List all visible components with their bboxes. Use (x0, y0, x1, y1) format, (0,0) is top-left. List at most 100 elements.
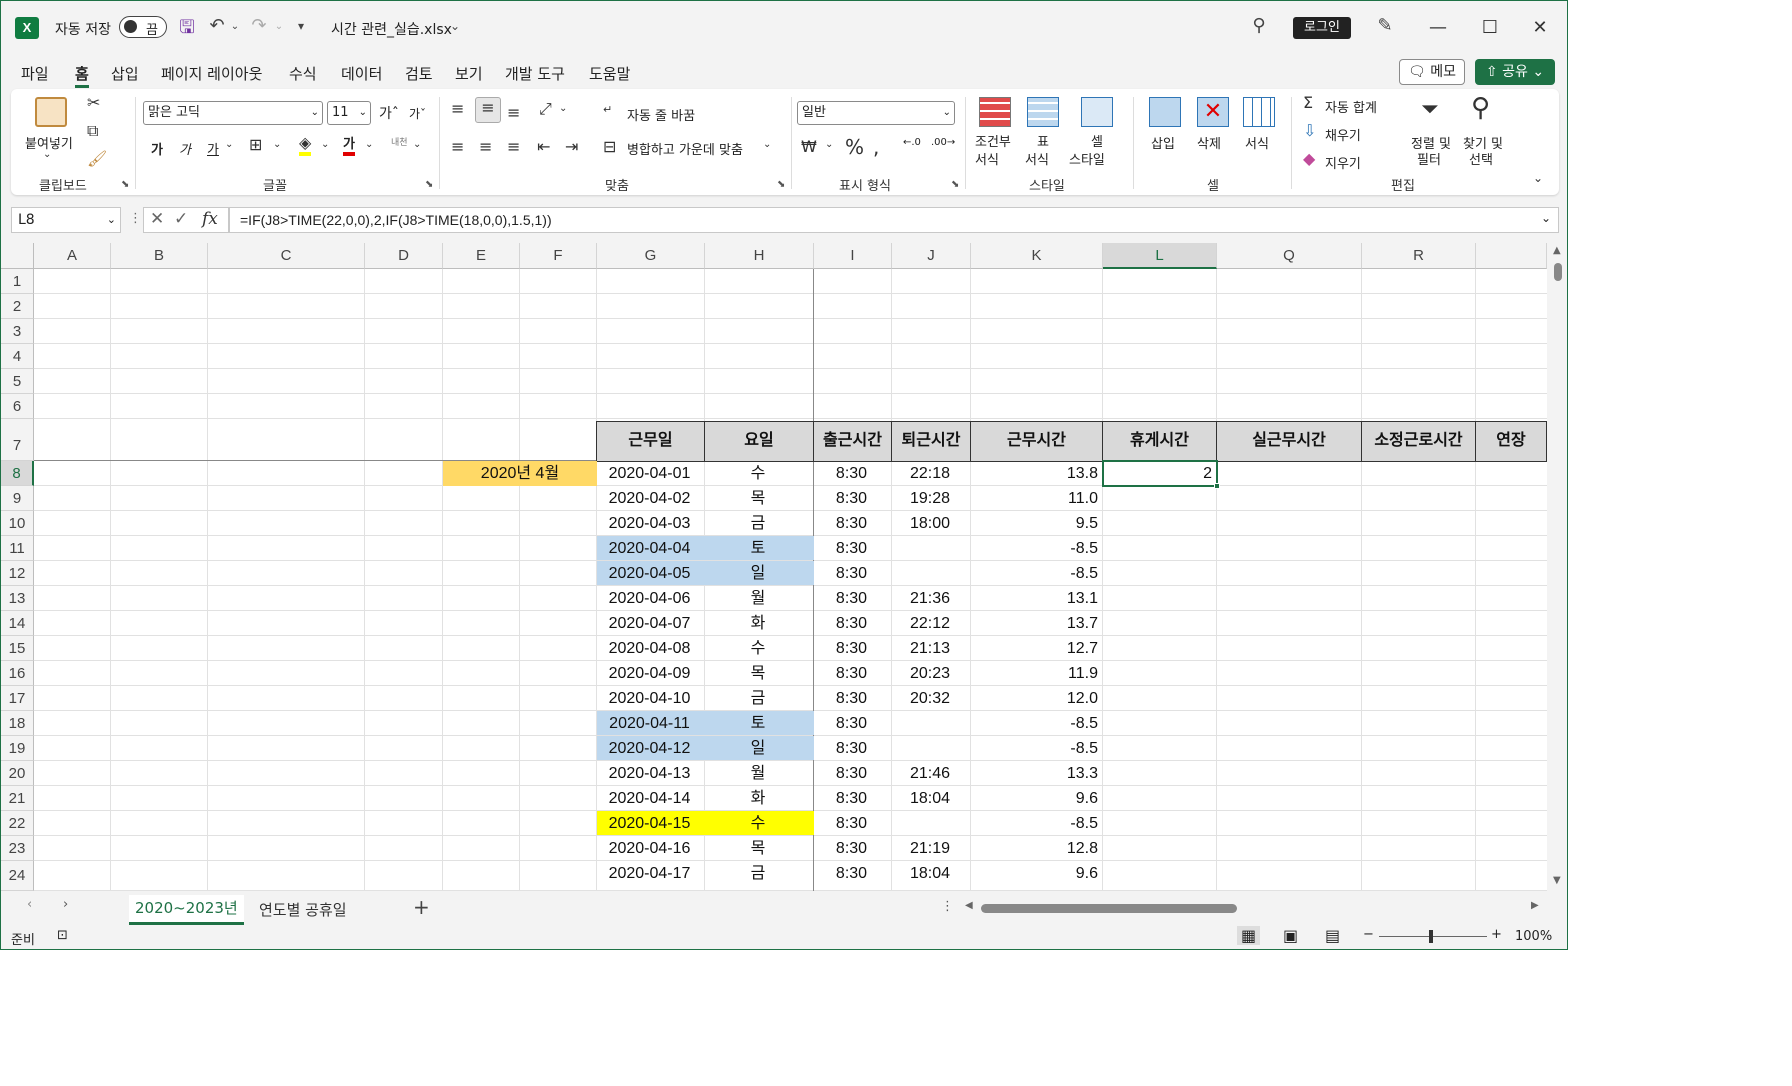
clock-out-cell[interactable] (892, 736, 968, 760)
clock-out-cell[interactable]: 22:12 (892, 611, 968, 635)
weekday-cell[interactable]: 토 (705, 536, 811, 560)
row-header[interactable]: 18 (1, 711, 34, 736)
name-box[interactable]: L8 ⌄ (11, 207, 121, 233)
table-header-cell[interactable]: 요일 (704, 421, 814, 462)
copy-icon[interactable]: ⧉ (87, 121, 98, 141)
font-launcher-icon[interactable]: ⬊ (425, 179, 433, 190)
weekday-cell[interactable]: 월 (705, 586, 811, 610)
worksheet-grid[interactable]: A B C D E F G H I J K L Q R 1 2 3 4 5 6 7 8 9 10 11 12 13 14 15 16 17 1… (1, 243, 1547, 891)
row-header[interactable]: 17 (1, 686, 34, 711)
break-time-cell[interactable] (1103, 736, 1214, 760)
select-all-corner[interactable] (1, 243, 34, 269)
column-header[interactable]: F (520, 243, 597, 269)
clock-in-cell[interactable]: 8:30 (814, 786, 889, 810)
column-header[interactable] (1476, 243, 1547, 269)
conditional-label-1[interactable]: 조건부 (975, 131, 1011, 150)
row-header[interactable]: 15 (1, 636, 34, 661)
weekday-cell[interactable]: 일 (705, 736, 811, 760)
page-layout-view-icon[interactable]: ▣ (1283, 926, 1298, 945)
column-header[interactable]: I (814, 243, 892, 269)
find-select-icon[interactable]: ⚲ (1471, 93, 1490, 123)
page-break-view-icon[interactable]: ▤ (1325, 926, 1340, 945)
merge-center-icon[interactable]: ⊟ (603, 137, 616, 156)
clock-out-cell[interactable]: 18:04 (892, 861, 968, 890)
clock-out-cell[interactable]: 20:23 (892, 661, 968, 685)
weekday-cell[interactable]: 수 (705, 811, 811, 835)
clear-label[interactable]: 지우기 (1325, 153, 1361, 172)
search-icon[interactable]: ⚲ (1247, 15, 1271, 36)
row-header[interactable]: 11 (1, 536, 34, 561)
align-bottom-icon[interactable]: ≡ (507, 103, 520, 122)
column-header[interactable]: L (1103, 243, 1217, 269)
weekday-cell[interactable]: 목 (705, 486, 811, 510)
tab-developer[interactable]: 개발 도구 (505, 63, 565, 84)
save-icon[interactable]: 🖫 (175, 15, 199, 45)
more-options-icon[interactable]: ⋮ (129, 211, 142, 226)
more-sheets-icon[interactable]: ⋮ (941, 899, 954, 914)
vertical-scrollbar[interactable]: ▲ ▼ (1549, 243, 1567, 891)
date-cell[interactable]: 2020-04-08 (597, 636, 702, 660)
row-header[interactable]: 14 (1, 611, 34, 636)
merge-center-label[interactable]: 병합하고 가운데 맞춤 (627, 139, 743, 158)
format-cells-label[interactable]: 서식 (1245, 133, 1269, 152)
column-header[interactable]: Q (1217, 243, 1362, 269)
weekday-cell[interactable]: 화 (705, 611, 811, 635)
row-header[interactable]: 2 (1, 294, 34, 319)
number-launcher-icon[interactable]: ⬊ (951, 179, 959, 190)
clock-in-cell[interactable]: 8:30 (814, 461, 889, 485)
break-time-cell[interactable] (1103, 486, 1214, 510)
row-header[interactable]: 12 (1, 561, 34, 586)
align-left-icon[interactable]: ≡ (451, 137, 464, 156)
scroll-down-icon[interactable]: ▼ (1553, 875, 1561, 886)
delete-cells-label[interactable]: 삭제 (1197, 133, 1221, 152)
clock-out-cell[interactable]: 21:36 (892, 586, 968, 610)
clock-in-cell[interactable]: 8:30 (814, 561, 889, 585)
maximize-icon[interactable]: ☐ (1475, 13, 1505, 43)
tab-view[interactable]: 보기 (455, 63, 483, 84)
table-header-cell[interactable]: 근무시간 (970, 421, 1103, 462)
zoom-slider-thumb[interactable] (1429, 930, 1433, 943)
tab-home[interactable]: 홈 (75, 63, 89, 88)
clock-in-cell[interactable]: 8:30 (814, 486, 889, 510)
fill-color-icon[interactable]: ◈ (299, 133, 312, 156)
decrease-font-icon[interactable]: 가ˇ (409, 105, 426, 122)
column-header[interactable]: J (892, 243, 971, 269)
formula-input[interactable]: =IF(J8>TIME(22,0,0),2,IF(J8>TIME(18,0,0)… (229, 207, 1559, 233)
clock-out-cell[interactable] (892, 561, 968, 585)
zoom-out-icon[interactable]: − (1363, 927, 1374, 942)
row-header[interactable]: 6 (1, 394, 34, 419)
align-top-icon[interactable]: ≡ (451, 99, 464, 118)
clock-in-cell[interactable]: 8:30 (814, 711, 889, 735)
weekday-cell[interactable]: 목 (705, 661, 811, 685)
weekday-cell[interactable]: 목 (705, 836, 811, 860)
phonetic-dropdown-icon[interactable]: ⌄ (413, 139, 421, 150)
fill-handle[interactable] (1214, 483, 1220, 489)
break-time-cell[interactable] (1103, 636, 1214, 660)
date-cell[interactable]: 2020-04-13 (597, 761, 702, 785)
clock-out-cell[interactable] (892, 536, 968, 560)
increase-decimal-icon[interactable]: ←.0 (903, 137, 921, 148)
clock-out-cell[interactable] (892, 711, 968, 735)
date-cell[interactable]: 2020-04-11 (597, 711, 702, 735)
work-hours-cell[interactable]: 13.8 (971, 461, 1100, 485)
clock-out-cell[interactable] (892, 811, 968, 835)
table-header-cell[interactable]: 소정근로시간 (1361, 421, 1476, 462)
sort-filter-label-2[interactable]: 필터 (1417, 149, 1441, 168)
orientation-dropdown-icon[interactable]: ⌄ (559, 103, 567, 114)
work-hours-cell[interactable]: 12.0 (971, 686, 1100, 710)
align-center-icon[interactable]: ≡ (479, 137, 492, 156)
clock-out-cell[interactable]: 21:13 (892, 636, 968, 660)
tab-insert[interactable]: 삽입 (111, 63, 139, 84)
italic-button[interactable]: 가 (179, 139, 191, 158)
insert-cells-icon[interactable] (1149, 97, 1181, 127)
normal-view-icon[interactable]: ▦ (1237, 926, 1261, 945)
weekday-cell[interactable]: 화 (705, 786, 811, 810)
bold-button[interactable]: 가 (151, 139, 163, 158)
date-cell[interactable]: 2020-04-07 (597, 611, 702, 635)
break-time-cell[interactable] (1103, 711, 1214, 735)
insert-cells-label[interactable]: 삽입 (1151, 133, 1175, 152)
row-header[interactable]: 4 (1, 344, 34, 369)
align-middle-icon[interactable]: ≡ (475, 97, 501, 123)
underline-dropdown-icon[interactable]: ⌄ (225, 139, 233, 150)
pen-icon[interactable]: ✎ (1373, 15, 1397, 36)
